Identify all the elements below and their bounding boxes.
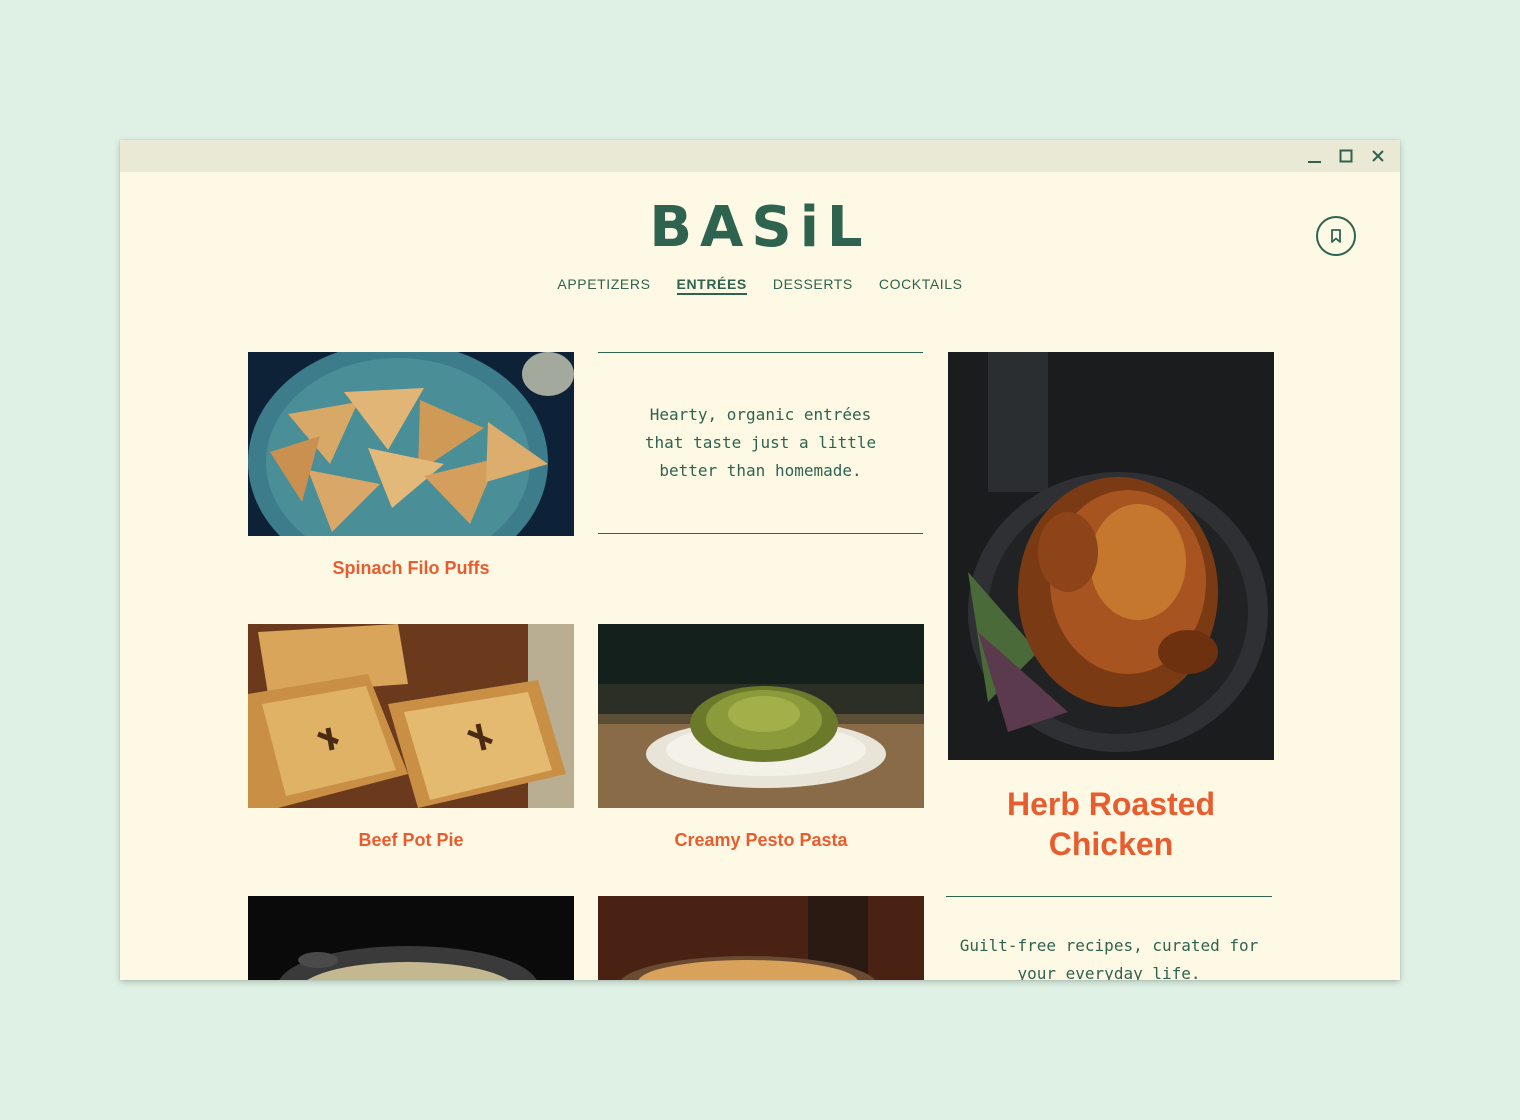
card-title-beef-pot-pie[interactable]: Beef Pot Pie bbox=[248, 830, 574, 851]
beef-pot-pie-photo[interactable] bbox=[248, 624, 574, 808]
nav-item-appetizers[interactable]: APPETIZERS bbox=[557, 276, 650, 295]
feature-title-herb-roasted-chicken[interactable]: Herb Roasted Chicken bbox=[948, 784, 1274, 864]
feature-tagline: Guilt-free recipes, curated for your eve… bbox=[959, 936, 1259, 980]
minimize-icon bbox=[1308, 161, 1321, 163]
maximize-icon bbox=[1339, 149, 1353, 163]
card-title-spinach-filo-puffs[interactable]: Spinach Filo Puffs bbox=[248, 558, 574, 579]
close-button[interactable] bbox=[1366, 144, 1390, 168]
feature-divider bbox=[946, 896, 1272, 897]
pie-dish-photo[interactable] bbox=[598, 896, 924, 980]
nav-item-desserts[interactable]: DESSERTS bbox=[773, 276, 853, 295]
spinach-filo-puffs-photo[interactable] bbox=[248, 352, 574, 536]
herb-roasted-chicken-photo[interactable] bbox=[948, 352, 1274, 760]
creamy-pesto-pasta-photo[interactable] bbox=[598, 624, 924, 808]
title-bar bbox=[120, 140, 1400, 172]
bookmark-icon bbox=[1331, 229, 1341, 243]
bookmarks-button[interactable] bbox=[1316, 216, 1356, 256]
app-window: BASiL APPETIZERS ENTRÉES DESSERTS COCKTA… bbox=[120, 140, 1400, 980]
maximize-button[interactable] bbox=[1334, 144, 1358, 168]
soup-pot-photo[interactable] bbox=[248, 896, 574, 980]
nav-item-cocktails[interactable]: COCKTAILS bbox=[879, 276, 963, 295]
close-icon bbox=[1372, 150, 1384, 162]
intro-tagline-box: Hearty, organic entrées that taste just … bbox=[598, 352, 923, 534]
nav-item-entrees[interactable]: ENTRÉES bbox=[676, 276, 747, 295]
intro-tagline: Hearty, organic entrées that taste just … bbox=[644, 405, 877, 480]
card-title-creamy-pesto-pasta[interactable]: Creamy Pesto Pasta bbox=[598, 830, 924, 851]
minimize-button[interactable] bbox=[1302, 144, 1326, 168]
category-nav: APPETIZERS ENTRÉES DESSERTS COCKTAILS bbox=[120, 276, 1400, 295]
brand-logo[interactable]: BASiL bbox=[120, 196, 1400, 260]
